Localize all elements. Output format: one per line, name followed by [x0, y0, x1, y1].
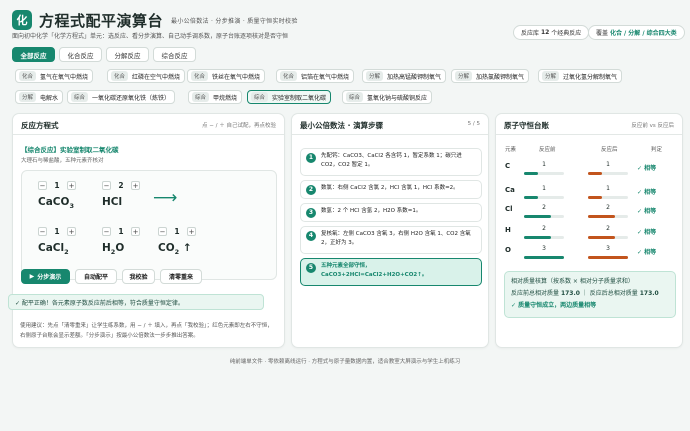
reaction-chip[interactable]: 分解 电解水 [15, 90, 64, 104]
col-status: 判定 [651, 147, 663, 153]
ledger-row: O 3 3 ✓ 相等 [504, 245, 670, 265]
mass-summary: 相对质量核算（按系数 × 相对分子质量求和） 反应前总相对质量 173.0 ｜ … [504, 271, 676, 318]
steps-panel: 最小公倍数法 · 演算步骤 5 / 5 1 先配钙：CaCO3、CaCl2 各含钙… [291, 113, 489, 348]
tab-decomposition[interactable]: 分解反应 [106, 47, 149, 62]
col-after: 反应后 [601, 147, 618, 153]
ledger-row: Cl 2 2 ✓ 相等 [504, 204, 670, 224]
equation-panel: 反应方程式 点 − / ＋ 自己试配，再点校验 【综合反应】实验室制取二氧化碳 … [12, 113, 285, 348]
coverage-badge: 覆盖 化合 / 分解 / 综合四大类 [588, 25, 685, 40]
app-tagline: 最小公倍数法 · 分步推演 · 质量守恒实时校验 [171, 17, 298, 25]
ledger-note: 反应前 vs 反应后 [631, 123, 674, 129]
coef-value: 1 [174, 227, 180, 236]
reaction-chip[interactable]: 化合 红磷在空气中燃烧 [107, 69, 186, 83]
reaction-chip[interactable]: 综合 一氧化碳还原氧化铁（炼铁） [67, 90, 176, 104]
reaction-chip[interactable]: 综合 氢氧化钠与硫酸铜反应 [342, 90, 433, 104]
coef-value: 1 [118, 227, 124, 236]
steps-panel-title: 最小公倍数法 · 演算步骤 [300, 121, 384, 130]
reactant-term: −2 + HCl [102, 181, 140, 210]
reaction-chip[interactable]: 综合 甲烷燃烧 [188, 90, 243, 104]
col-before: 反应前 [539, 147, 556, 153]
product-term: −1 + H2O [102, 227, 140, 256]
ledger-title: 原子守恒台账 [504, 121, 549, 130]
step-item-active: 5 五种元素全部守恒，CaCO3+2HCl=CaCl2+H2O+CO2↑。 [300, 258, 482, 286]
play-icon: ▶ [29, 273, 35, 280]
step-page-indicator: 5 / 5 [467, 121, 480, 127]
product-term: −1 + CaCl2 [38, 227, 76, 256]
step-item: 4 复核氧：左侧 CaCO3 含氧 3，右侧 H2O 含氧 1、CO2 含氧 2，… [300, 226, 482, 254]
coef-plus-button[interactable]: + [67, 181, 76, 190]
ledger-row: Ca 1 1 ✓ 相等 [504, 185, 670, 205]
reaction-chip[interactable]: 化合 铝箔在氧气中燃烧 [276, 69, 355, 83]
coef-value: 1 [54, 181, 60, 190]
library-count-badge: 反应库 12 个经典反应 [513, 25, 590, 40]
reaction-arrow: ⟶ [153, 188, 178, 208]
coef-minus-button[interactable]: − [102, 181, 111, 190]
reaction-chip[interactable]: 分解 加热氯酸钾制氧气 [451, 69, 530, 83]
ledger-row: C 1 1 ✓ 相等 [504, 161, 670, 181]
coef-value: 2 [118, 181, 124, 190]
coef-minus-button[interactable]: − [102, 227, 111, 236]
equation-panel-title: 反应方程式 [21, 121, 59, 130]
step-item: 3 数氢：2 个 HCl 含氢 2，H2O 系数=1。 [300, 203, 482, 222]
auto-balance-button[interactable]: 自动配平 [75, 269, 117, 284]
coef-value: 1 [54, 227, 60, 236]
tab-all[interactable]: 全部反应 [12, 47, 55, 62]
step-demo-button[interactable]: ▶ 分步演示 [21, 269, 70, 284]
reaction-chip[interactable]: 化合 氢气在氧气中燃烧 [15, 69, 94, 83]
step-item: 2 数氯：右侧 CaCl2 含氯 2，HCl 含氯 1，HCl 系数=2。 [300, 180, 482, 199]
coef-minus-button[interactable]: − [38, 181, 47, 190]
product-term: −1 + CO2 ↑ [158, 227, 196, 256]
reaction-chip[interactable]: 化合 铁丝在氧气中燃烧 [187, 69, 266, 83]
app-title: 方程式配平演算台 [39, 11, 164, 30]
reaction-chip-selected[interactable]: 综合 实验室制取二氧化碳 [247, 90, 332, 104]
app-subtitle: 面向初中化学「化学方程式」单元：选反应、看分步演算、自己动手调系数，原子台账逐项… [12, 33, 289, 40]
formula: CO2 ↑ [158, 242, 192, 257]
check-button[interactable]: 我校验 [122, 269, 155, 284]
ledger-row: H 2 2 ✓ 相等 [504, 225, 670, 245]
app-logo: 化 [12, 10, 32, 30]
tab-comprehensive[interactable]: 综合反应 [153, 47, 196, 62]
reactant-term: −1 + CaCO3 [38, 181, 76, 210]
formula: H2O [102, 242, 125, 257]
coef-minus-button[interactable]: − [38, 227, 47, 236]
formula: CaCl2 [38, 242, 69, 257]
reaction-chip[interactable]: 分解 过氧化氢分解制氧气 [538, 69, 623, 83]
reaction-name: 【综合反应】实验室制取二氧化碳 [21, 146, 119, 154]
coef-plus-button[interactable]: + [131, 227, 140, 236]
formula: HCl [102, 196, 123, 208]
footer-note: 纯前端单文件 · 零依赖离线运行 · 方程式与原子量数据内置，适合教室大屏演示与… [229, 359, 461, 365]
coef-plus-button[interactable]: + [187, 227, 196, 236]
coef-minus-button[interactable]: − [158, 227, 167, 236]
result-banner: ✓ 配平正确！各元素原子数反应前后相等，符合质量守恒定律。 [8, 294, 264, 310]
tab-combination[interactable]: 化合反应 [59, 47, 102, 62]
formula: CaCO3 [38, 196, 74, 211]
usage-tip: 使用建议：先点「清零重来」让学生练系数，用 − / ＋ 填入，再点「我校验」；红… [20, 323, 273, 339]
atom-ledger-panel: 原子守恒台账 反应前 vs 反应后 元素 反应前 反应后 判定 C 1 1 ✓ … [495, 113, 683, 348]
col-element: 元素 [505, 147, 517, 153]
equation-panel-hint: 点 − / ＋ 自己试配，再点校验 [202, 123, 276, 129]
equation-editor: −1 + CaCO3 −2 + HCl ⟶ −1 + CaCl2 −1 + H2O −1… [21, 170, 277, 280]
reaction-description: 大理石与稀盐酸，五种元素齐核对 [21, 158, 104, 164]
step-item: 1 先配钙：CaCO3、CaCl2 各含钙 1，暂定系数 1；碳只进 CO2，CO… [300, 148, 482, 176]
coef-plus-button[interactable]: + [67, 227, 76, 236]
reaction-chip[interactable]: 分解 加热高锰酸钾制氧气 [362, 69, 447, 83]
reset-button[interactable]: 清零重来 [160, 269, 202, 284]
coef-plus-button[interactable]: + [131, 181, 140, 190]
